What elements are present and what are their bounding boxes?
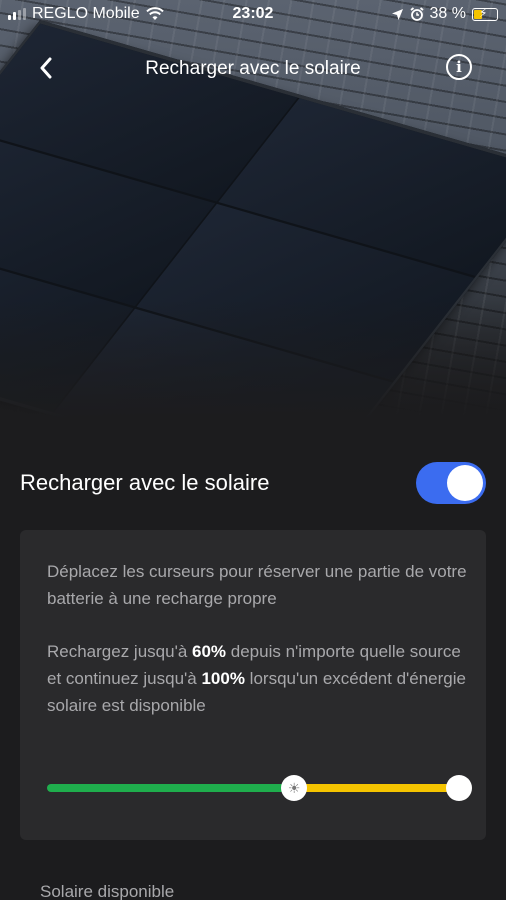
solar-charging-setting: Recharger avec le solaire (20, 462, 486, 504)
info-button[interactable]: i (446, 54, 472, 80)
toggle-label: Recharger avec le solaire (20, 470, 270, 495)
charge-limit-slider[interactable]: ☀ (47, 775, 472, 801)
status-bar: REGLO Mobile 23:02 38 % ⚡ (0, 0, 506, 30)
toggle-knob (447, 465, 483, 501)
page-title: Recharger avec le solaire (145, 58, 361, 79)
solar-charging-toggle[interactable] (416, 462, 486, 504)
grid-charge-track (47, 784, 295, 792)
navigation-bar: Recharger avec le solaire i (0, 48, 506, 92)
solar-limit: 100% (201, 669, 245, 688)
alarm-icon (409, 7, 424, 21)
info-icon: i (456, 58, 462, 76)
battery-percent: 38 % (429, 5, 466, 22)
solar-limit-handle[interactable] (446, 775, 472, 801)
charge-limit-card: Déplacez les curseurs pour réserver une … (20, 530, 486, 840)
battery-charging-icon: ⚡ (472, 6, 498, 21)
any-source-limit: 60% (192, 642, 227, 661)
location-icon (391, 8, 403, 20)
solar-charge-track (294, 784, 459, 792)
charge-limit-description: Rechargez jusqu'à 60% depuis n'importe q… (47, 642, 466, 715)
any-source-limit-handle[interactable]: ☀ (281, 775, 308, 801)
sun-icon: ☀ (287, 780, 301, 796)
solar-available-heading: Solaire disponible (40, 882, 175, 900)
instruction-text: Déplacez les curseurs pour réserver une … (47, 562, 467, 608)
